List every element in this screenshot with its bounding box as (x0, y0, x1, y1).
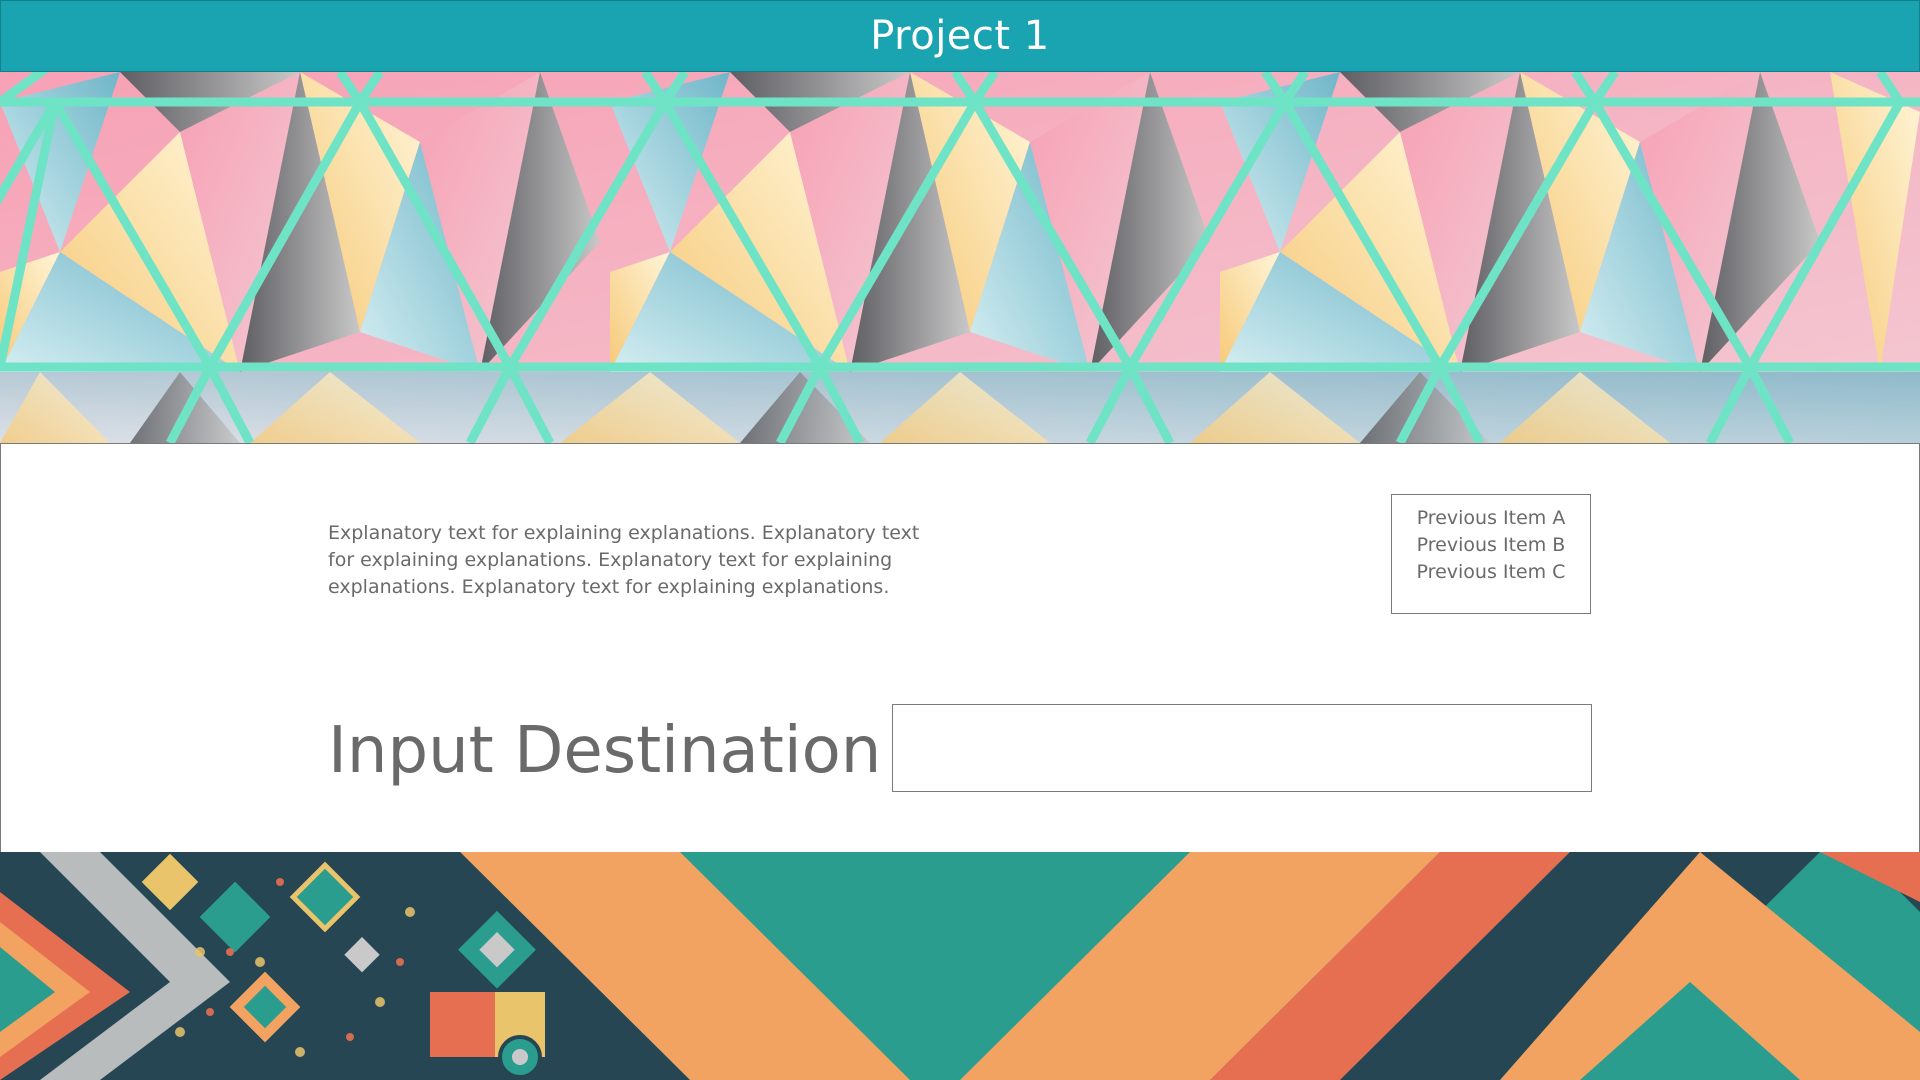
main-panel: Explanatory text for explaining explanat… (0, 443, 1920, 853)
previous-items-list[interactable]: Previous Item A Previous Item B Previous… (1391, 494, 1591, 614)
footer-banner-image (0, 852, 1920, 1080)
previous-item-c[interactable]: Previous Item C (1392, 559, 1590, 586)
page-title: Project 1 (870, 13, 1050, 59)
input-destination-label: Input Destination (328, 714, 882, 788)
previous-item-b[interactable]: Previous Item B (1392, 532, 1590, 559)
previous-item-a[interactable]: Previous Item A (1392, 505, 1590, 532)
title-bar: Project 1 (0, 0, 1920, 72)
destination-input[interactable] (892, 704, 1592, 792)
explanatory-text: Explanatory text for explaining explanat… (328, 522, 920, 598)
header-banner-image (0, 72, 1920, 443)
